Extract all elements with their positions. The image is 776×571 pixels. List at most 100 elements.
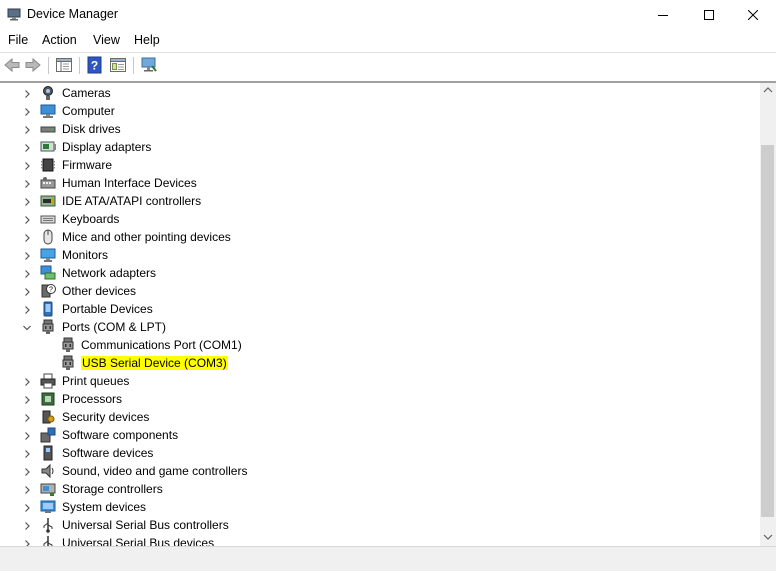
processor-icon bbox=[40, 391, 56, 407]
back-icon[interactable] bbox=[3, 56, 21, 74]
tree-category[interactable]: Monitors bbox=[0, 246, 760, 264]
ide-controller-icon bbox=[40, 193, 56, 209]
scan-hardware-icon[interactable] bbox=[140, 56, 158, 74]
network-adapter-icon bbox=[40, 265, 56, 281]
tree-category[interactable]: Mice and other pointing devices bbox=[0, 228, 760, 246]
tree-category-label: Universal Serial Bus controllers bbox=[62, 518, 229, 532]
tree-category[interactable]: Cameras bbox=[0, 84, 760, 102]
chevron-right-icon[interactable] bbox=[22, 448, 32, 458]
tree-category[interactable]: Portable Devices bbox=[0, 300, 760, 318]
tree-category[interactable]: Universal Serial Bus controllers bbox=[0, 516, 760, 534]
firmware-icon bbox=[40, 157, 56, 173]
port-icon bbox=[60, 337, 76, 353]
tree-category-label: Storage controllers bbox=[62, 482, 163, 496]
tree-category-label: Network adapters bbox=[62, 266, 157, 280]
chevron-right-icon[interactable] bbox=[22, 484, 32, 494]
chevron-down-icon[interactable] bbox=[22, 322, 32, 332]
monitor-icon bbox=[40, 247, 56, 263]
chevron-right-icon[interactable] bbox=[22, 502, 32, 512]
tree-device-label: USB Serial Device (COM3) bbox=[81, 356, 228, 370]
chevron-right-icon[interactable] bbox=[22, 88, 32, 98]
chevron-right-icon[interactable] bbox=[22, 286, 32, 296]
tree-category[interactable]: Storage controllers bbox=[0, 480, 760, 498]
menu-help[interactable]: Help bbox=[134, 33, 160, 47]
tree-category[interactable]: Computer bbox=[0, 102, 760, 120]
chevron-right-icon[interactable] bbox=[22, 268, 32, 278]
tree-category[interactable]: Security devices bbox=[0, 408, 760, 426]
speaker-icon bbox=[40, 463, 56, 479]
scrollbar-thumb[interactable] bbox=[761, 145, 774, 517]
tree-category-label: Security devices bbox=[62, 410, 150, 424]
tree-category[interactable]: Disk drives bbox=[0, 120, 760, 138]
menu-file[interactable]: File bbox=[8, 33, 28, 47]
chevron-right-icon[interactable] bbox=[22, 232, 32, 242]
tree-category[interactable]: Keyboards bbox=[0, 210, 760, 228]
chevron-right-icon[interactable] bbox=[22, 160, 32, 170]
tree-category[interactable]: Software components bbox=[0, 426, 760, 444]
tree-category[interactable]: Display adapters bbox=[0, 138, 760, 156]
printer-icon bbox=[40, 373, 56, 389]
chevron-right-icon[interactable] bbox=[22, 178, 32, 188]
chevron-right-icon[interactable] bbox=[22, 466, 32, 476]
chevron-right-icon[interactable] bbox=[22, 430, 32, 440]
chevron-right-icon[interactable] bbox=[22, 376, 32, 386]
tree-category[interactable]: Sound, video and game controllers bbox=[0, 462, 760, 480]
tree-category[interactable]: Universal Serial Bus devices bbox=[0, 534, 760, 546]
toolbar-separator bbox=[48, 57, 49, 74]
tree-category[interactable]: System devices bbox=[0, 498, 760, 516]
tree-category[interactable]: Print queues bbox=[0, 372, 760, 390]
minimize-button[interactable] bbox=[640, 0, 686, 30]
port-icon bbox=[40, 319, 56, 335]
tree-category[interactable]: Human Interface Devices bbox=[0, 174, 760, 192]
tree-category[interactable]: IDE ATA/ATAPI controllers bbox=[0, 192, 760, 210]
show-hide-tree-icon[interactable] bbox=[55, 56, 73, 74]
maximize-button[interactable] bbox=[686, 0, 732, 30]
svg-text:?: ? bbox=[91, 59, 98, 73]
chevron-right-icon[interactable] bbox=[22, 394, 32, 404]
tree-category[interactable]: Network adapters bbox=[0, 264, 760, 282]
tree-device[interactable]: USB Serial Device (COM3) bbox=[0, 354, 760, 372]
chevron-right-icon[interactable] bbox=[22, 250, 32, 260]
software-device-icon bbox=[40, 445, 56, 461]
chevron-right-icon[interactable] bbox=[22, 304, 32, 314]
scroll-down-icon[interactable] bbox=[763, 534, 773, 540]
tree-category[interactable]: Processors bbox=[0, 390, 760, 408]
chevron-right-icon[interactable] bbox=[22, 520, 32, 530]
display-adapter-icon bbox=[40, 139, 56, 155]
close-button[interactable] bbox=[730, 0, 776, 30]
tree-category-label: Mice and other pointing devices bbox=[62, 230, 231, 244]
chevron-right-icon[interactable] bbox=[22, 412, 32, 422]
tree-category-label: Portable Devices bbox=[62, 302, 153, 316]
disk-drive-icon bbox=[40, 121, 56, 137]
chevron-right-icon[interactable] bbox=[22, 214, 32, 224]
usb-icon bbox=[40, 517, 56, 533]
portable-device-icon bbox=[40, 301, 56, 317]
unknown-device-icon: ? bbox=[40, 283, 56, 299]
tree-category-label: Software devices bbox=[62, 446, 154, 460]
chevron-right-icon[interactable] bbox=[22, 196, 32, 206]
tree-category[interactable]: Ports (COM & LPT) bbox=[0, 318, 760, 336]
menu-view[interactable]: View bbox=[93, 33, 120, 47]
help-icon[interactable]: ? bbox=[86, 56, 104, 74]
usb-icon bbox=[40, 535, 56, 546]
chevron-right-icon[interactable] bbox=[22, 106, 32, 116]
chevron-right-icon[interactable] bbox=[22, 142, 32, 152]
toolbar-separator bbox=[133, 57, 134, 74]
forward-icon[interactable] bbox=[24, 56, 42, 74]
properties-icon[interactable] bbox=[109, 56, 127, 74]
chevron-right-icon[interactable] bbox=[22, 124, 32, 134]
tree-category-label: IDE ATA/ATAPI controllers bbox=[62, 194, 202, 208]
tree-category[interactable]: Software devices bbox=[0, 444, 760, 462]
scroll-up-icon[interactable] bbox=[763, 87, 773, 93]
title-bar: Device Manager bbox=[0, 0, 776, 30]
tree-category[interactable]: ? Other devices bbox=[0, 282, 760, 300]
menu-bar: File Action View Help bbox=[0, 31, 776, 51]
camera-icon bbox=[40, 85, 56, 101]
tree-category-label: Keyboards bbox=[62, 212, 120, 226]
tree-device[interactable]: Communications Port (COM1) bbox=[0, 336, 760, 354]
device-tree: Cameras Computer Disk drives Display adapte… bbox=[0, 83, 760, 546]
menu-action[interactable]: Action bbox=[42, 33, 77, 47]
system-device-icon bbox=[40, 499, 56, 515]
tree-category[interactable]: Firmware bbox=[0, 156, 760, 174]
chevron-right-icon[interactable] bbox=[22, 538, 32, 546]
